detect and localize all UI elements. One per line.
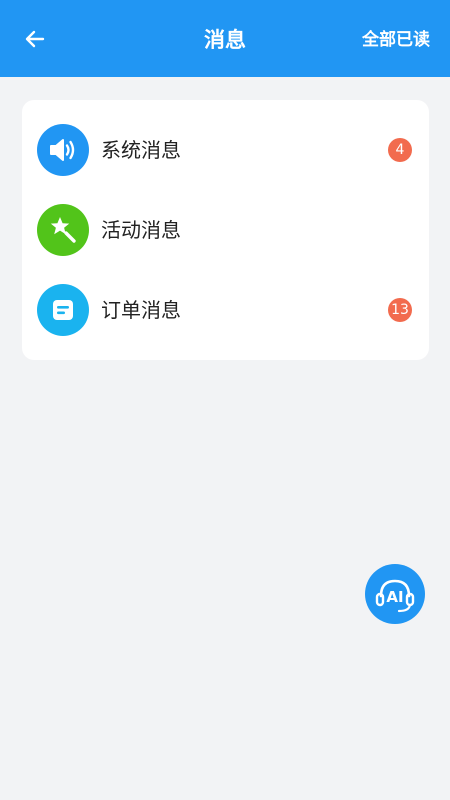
mark-all-read-button[interactable]: 全部已读 [362,26,430,54]
ai-headset-icon: AI [375,579,415,613]
list-item-label: 系统消息 [101,138,181,162]
list-item-system-messages[interactable]: 系统消息 4 [22,110,429,190]
star-wand-icon [37,204,89,256]
ai-assistant-button[interactable]: AI [365,564,425,624]
app-header: 消息 全部已读 [0,0,450,77]
list-item-label: 订单消息 [101,298,181,322]
list-item-label: 活动消息 [101,218,181,242]
ai-label: AI [386,588,403,606]
message-list: 系统消息 4 活动消息 订单消息 13 [22,100,429,360]
unread-badge: 13 [388,298,412,322]
speaker-icon [37,124,89,176]
list-item-activity-messages[interactable]: 活动消息 [22,190,429,270]
document-icon [37,284,89,336]
unread-badge: 4 [388,138,412,162]
list-item-order-messages[interactable]: 订单消息 13 [22,270,429,350]
